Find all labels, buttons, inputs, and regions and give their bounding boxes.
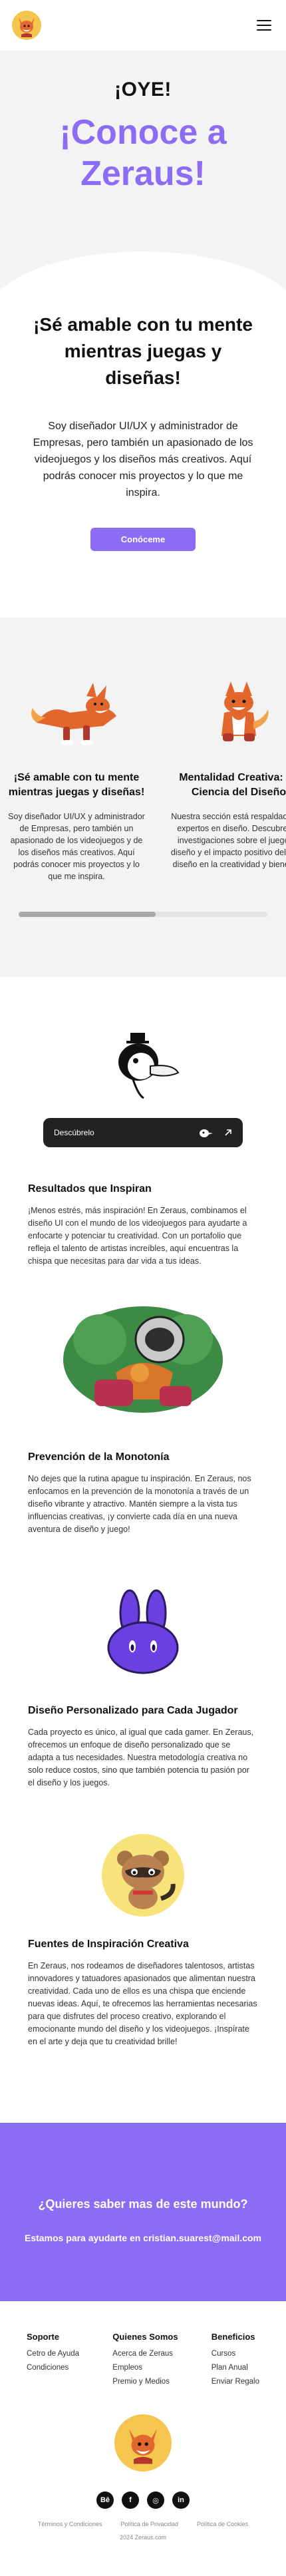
feature-personalizado: Diseño Personalizado para Cada Jugador C… bbox=[28, 1536, 258, 1789]
footer-link[interactable]: Plan Anual bbox=[212, 2364, 259, 2372]
arrow-up-right-icon bbox=[225, 1129, 231, 1136]
hamburger-menu-icon[interactable] bbox=[257, 20, 271, 31]
feature-body: En Zeraus, nos rodeamos de diseñadores t… bbox=[28, 1961, 257, 2046]
copyright: 2024 Zeraus.com bbox=[119, 2534, 167, 2541]
feature-body: Cada proyecto es único, al igual que cad… bbox=[28, 1728, 254, 1787]
instagram-icon[interactable]: ◎ bbox=[147, 2491, 164, 2509]
hero-section: ¡OYE! ¡Conoce a Zeraus! bbox=[0, 51, 286, 298]
footer-link[interactable]: Acerca de Zeraus bbox=[112, 2350, 178, 2358]
footer-link[interactable]: Enviar Regalo bbox=[212, 2378, 259, 2386]
feature-title: Diseño Personalizado para Cada Jugador bbox=[28, 1705, 238, 1716]
feature-title: Prevención de la Monotonía bbox=[28, 1451, 170, 1463]
carousel-card[interactable]: Mentalidad Creativa: La Ciencia del Dise… bbox=[169, 674, 286, 882]
menu-line bbox=[257, 29, 271, 31]
feature-body: ¡Menos estrés, más inspiración! En Zerau… bbox=[28, 1206, 247, 1266]
footer-col-title: Soporte bbox=[27, 2332, 60, 2342]
duck-illustration bbox=[28, 1031, 258, 1105]
conoceme-button[interactable]: Conóceme bbox=[90, 528, 196, 551]
footer-col-title: Beneficios bbox=[211, 2332, 255, 2342]
footer-link[interactable]: Premio y Medios bbox=[112, 2378, 178, 2386]
hero-wave bbox=[0, 252, 286, 298]
footer-col-soporte: Soporte Cetro de Ayuda Condiciones bbox=[27, 2332, 79, 2392]
footer-col-title: Quienes Somos bbox=[112, 2332, 178, 2342]
card-title: ¡Sé amable con tu mente mientras juegas … bbox=[8, 772, 145, 798]
footer-col-beneficios: Beneficios Cursos Plan Anual Enviar Rega… bbox=[212, 2332, 259, 2392]
social-links: Bē f ◎ in bbox=[0, 2491, 286, 2509]
footer-link[interactable]: Condiciones bbox=[27, 2364, 79, 2372]
purple-bunny-illustration bbox=[28, 1589, 258, 1676]
site-header bbox=[0, 0, 286, 51]
raccoon-illustration bbox=[28, 1832, 258, 1919]
footer-columns: Soporte Cetro de Ayuda Condiciones Quien… bbox=[27, 2332, 259, 2392]
menu-line bbox=[257, 25, 271, 26]
footer-col-quienes: Quienes Somos Acerca de Zeraus Empleos P… bbox=[112, 2332, 178, 2392]
fox-running-illustration bbox=[7, 674, 146, 751]
card-title: Mentalidad Creativa: La Ciencia del Dise… bbox=[179, 772, 286, 798]
feature-monotonia: Prevención de la Monotonía No dejes que … bbox=[28, 1268, 258, 1536]
carousel-track[interactable]: ¡Sé amable con tu mente mientras juegas … bbox=[0, 674, 286, 882]
contact-email[interactable]: Estamos para ayudarte en cristian.suares… bbox=[0, 2233, 286, 2243]
site-footer: Soporte Cetro de Ayuda Condiciones Quien… bbox=[0, 2301, 286, 2542]
astronaut-bush-illustration bbox=[28, 1300, 258, 1426]
fox-sitting-illustration bbox=[169, 674, 286, 751]
feature-fuentes: Fuentes de Inspiración Creativa En Zerau… bbox=[28, 1789, 258, 2048]
carousel-scrollbar[interactable] bbox=[19, 912, 267, 917]
footer-link[interactable]: Cetro de Ayuda bbox=[27, 2350, 79, 2358]
pill-label: Descúbrelo bbox=[54, 1128, 94, 1137]
descubrelo-pill[interactable]: Descúbrelo bbox=[43, 1118, 243, 1147]
intro-section: ¡Sé amable con tu mente mientras juegas … bbox=[0, 298, 286, 618]
feature-title: Resultados que Inspiran bbox=[28, 1183, 152, 1195]
footer-link[interactable]: Empleos bbox=[112, 2364, 178, 2372]
legal-links: Términos y Condiciones Política de Priva… bbox=[0, 2521, 286, 2527]
intro-heading: ¡Sé amable con tu mente mientras juegas … bbox=[33, 314, 253, 388]
hero-title: ¡Conoce a Zeraus! bbox=[59, 113, 227, 193]
scrollbar-thumb[interactable] bbox=[19, 912, 156, 917]
feature-body: No dejes que la rutina apague tu inspira… bbox=[28, 1474, 251, 1534]
contact-banner: ¿Quieres saber mas de este mundo? Estamo… bbox=[0, 2123, 286, 2301]
footer-link[interactable]: Cursos bbox=[212, 2350, 259, 2358]
feature-title: Fuentes de Inspiración Creativa bbox=[28, 1938, 189, 1950]
privacy-link[interactable]: Política de Privacidad bbox=[120, 2521, 178, 2527]
intro-body: Soy diseñador UI/UX y administrador de E… bbox=[33, 421, 253, 498]
terms-link[interactable]: Términos y Condiciones bbox=[38, 2521, 102, 2527]
card-body: Nuestra sección está respaldada por expe… bbox=[170, 812, 286, 869]
hero-eyebrow: ¡OYE! bbox=[114, 79, 172, 100]
contact-question: ¿Quieres saber mas de este mundo? bbox=[38, 2197, 248, 2211]
feature-resultados: Descúbrelo Resultados que Inspiran ¡Meno… bbox=[28, 977, 258, 1268]
fox-logo-icon[interactable] bbox=[12, 11, 41, 40]
facebook-icon[interactable]: f bbox=[122, 2491, 139, 2509]
mini-duck-icon bbox=[200, 1129, 213, 1137]
carousel-section: ¡Sé amable con tu mente mientras juegas … bbox=[0, 618, 286, 977]
behance-icon[interactable]: Bē bbox=[96, 2491, 114, 2509]
card-body: Soy diseñador UI/UX y administrador de E… bbox=[8, 812, 145, 881]
carousel-card[interactable]: ¡Sé amable con tu mente mientras juegas … bbox=[7, 674, 146, 882]
menu-line bbox=[257, 20, 271, 21]
footer-fox-logo-icon[interactable] bbox=[114, 2414, 172, 2472]
features-section: Descúbrelo Resultados que Inspiran ¡Meno… bbox=[0, 977, 286, 2048]
linkedin-icon[interactable]: in bbox=[172, 2491, 190, 2509]
pill-actions bbox=[199, 1127, 232, 1138]
cookies-link[interactable]: Política de Cookies bbox=[197, 2521, 248, 2527]
